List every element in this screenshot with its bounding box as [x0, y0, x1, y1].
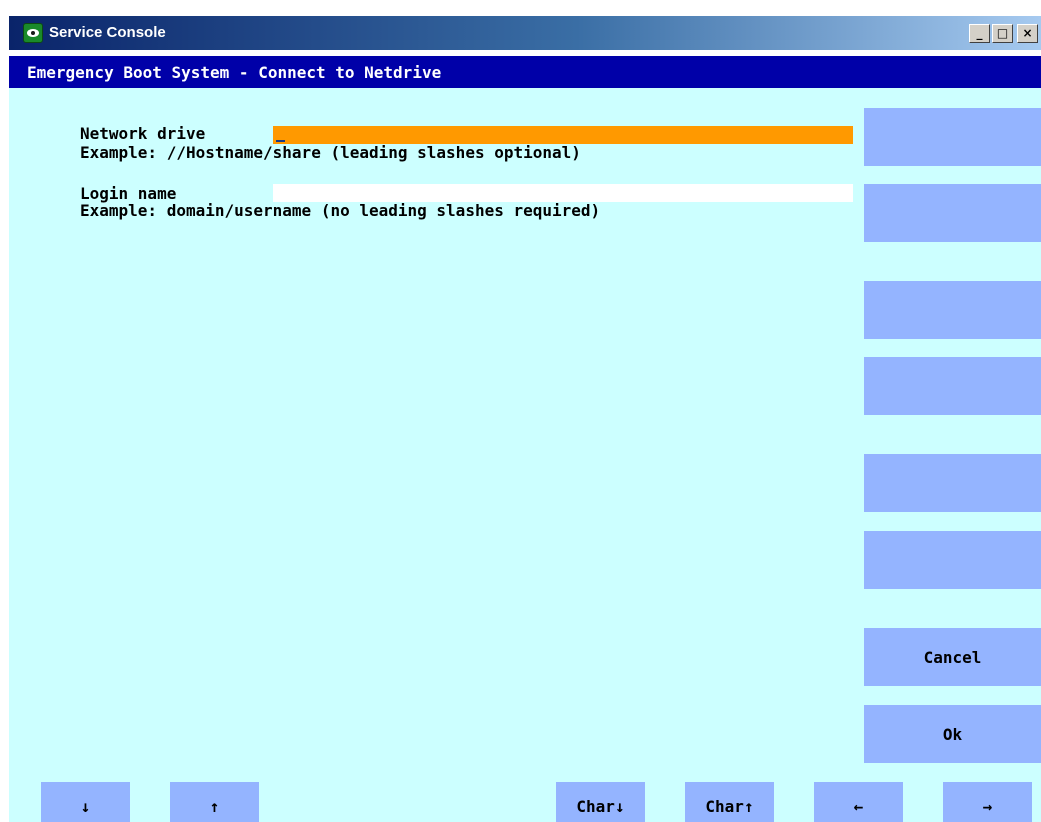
ok-button[interactable]: Ok [864, 705, 1041, 763]
vertical-softkey-3[interactable] [864, 281, 1041, 339]
scroll-down-button[interactable]: ↓ [41, 782, 130, 822]
page-title: Emergency Boot System - Connect to Netdr… [27, 63, 442, 82]
vertical-softkey-5[interactable] [864, 454, 1041, 512]
char-up-button[interactable]: Char↑ [685, 782, 774, 822]
text-cursor [276, 140, 285, 142]
network-drive-label: Network drive [80, 124, 206, 143]
vertical-softkey-1[interactable] [864, 108, 1041, 166]
char-down-button[interactable]: Char↓ [556, 782, 645, 822]
vertical-softkey-6[interactable] [864, 531, 1041, 589]
service-console-app-icon [23, 23, 43, 43]
maximize-button[interactable]: □ [992, 24, 1013, 43]
window-title: Service Console [49, 24, 166, 41]
vertical-softkey-2[interactable] [864, 184, 1041, 242]
login-name-example: Example: domain/username (no leading sla… [80, 201, 601, 220]
network-drive-input[interactable] [273, 126, 853, 144]
cursor-right-button[interactable]: → [943, 782, 1032, 822]
login-name-input[interactable] [273, 184, 853, 202]
close-button[interactable]: × [1017, 24, 1038, 43]
cancel-button[interactable]: Cancel [864, 628, 1041, 686]
app-header: Emergency Boot System - Connect to Netdr… [9, 56, 1041, 88]
scroll-up-button[interactable]: ↑ [170, 782, 259, 822]
vertical-softkey-4[interactable] [864, 357, 1041, 415]
minimize-button[interactable]: _ [969, 24, 990, 43]
cursor-left-button[interactable]: ← [814, 782, 903, 822]
window-titlebar[interactable]: Service Console _ □ × [9, 16, 1041, 50]
network-drive-example: Example: //Hostname/share (leading slash… [80, 143, 581, 162]
